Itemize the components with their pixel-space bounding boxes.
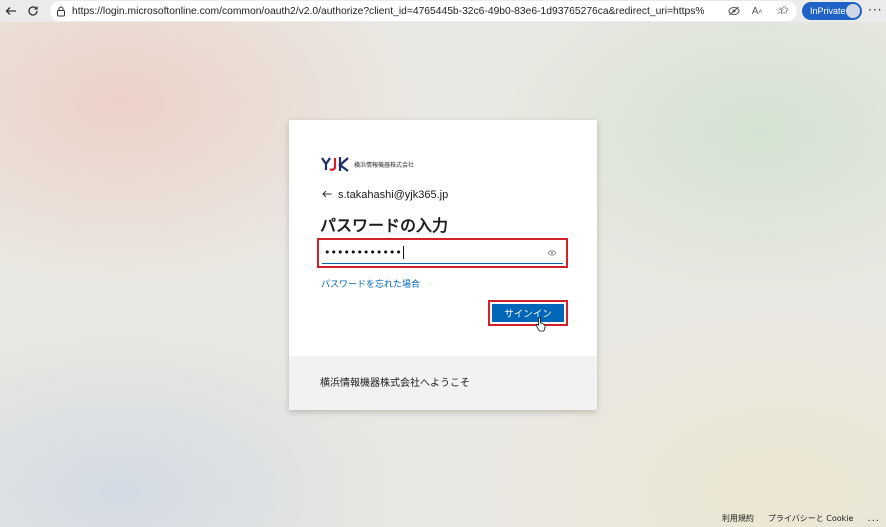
forgot-password-link[interactable]: パスワードを忘れた場合	[321, 277, 420, 290]
address-bar[interactable]: https://login.microsoftonline.com/common…	[50, 1, 797, 21]
more-icon[interactable]: ···	[868, 3, 882, 17]
terms-link[interactable]: 利用規約	[722, 513, 754, 524]
footer-more-icon[interactable]: ...	[867, 513, 880, 524]
signin-card: 横浜情報機器株式会社 s.takahashi@yjk365.jp パスワードの入…	[289, 120, 597, 410]
privacy-link[interactable]: プライバシーと Cookie	[768, 513, 854, 524]
inprivate-badge[interactable]: InPrivate	[802, 2, 862, 20]
password-highlight: ••••••••••••	[317, 238, 568, 268]
read-aloud-icon[interactable]: Aʌ	[750, 4, 764, 18]
signin-button[interactable]: サインイン	[492, 304, 564, 322]
page-title: パスワードの入力	[320, 216, 449, 235]
password-dots: ••••••••••••	[324, 246, 402, 259]
signin-highlight: サインイン	[488, 300, 568, 326]
password-field[interactable]: ••••••••••••	[322, 242, 563, 264]
mouse-cursor-icon	[535, 317, 546, 332]
inprivate-label: InPrivate	[810, 6, 846, 16]
lock-icon[interactable]	[50, 6, 72, 17]
reveal-password-icon[interactable]	[548, 249, 556, 257]
account-email: s.takahashi@yjk365.jp	[338, 188, 449, 201]
back-icon[interactable]	[0, 0, 22, 22]
favorites-icon[interactable]: ✩	[779, 3, 789, 17]
page-background: 横浜情報機器株式会社 s.takahashi@yjk365.jp パスワードの入…	[0, 22, 886, 527]
url-text[interactable]: https://login.microsoftonline.com/common…	[72, 6, 704, 17]
company-logo: 横浜情報機器株式会社	[321, 156, 414, 172]
back-row[interactable]: s.takahashi@yjk365.jp	[322, 188, 448, 201]
yjk-logo-icon	[321, 157, 349, 172]
back-arrow-icon[interactable]	[322, 188, 336, 201]
page-footer: 利用規約 プライバシーと Cookie ...	[722, 513, 880, 524]
refresh-icon[interactable]	[22, 0, 44, 22]
welcome-text: 横浜情報機器株式会社へようこそ	[320, 378, 470, 389]
card-footer: 横浜情報機器株式会社へようこそ	[289, 356, 597, 410]
text-caret	[402, 246, 404, 259]
profile-icon[interactable]	[846, 4, 860, 18]
tracking-prevention-icon[interactable]	[727, 4, 741, 18]
company-name: 横浜情報機器株式会社	[354, 161, 415, 169]
